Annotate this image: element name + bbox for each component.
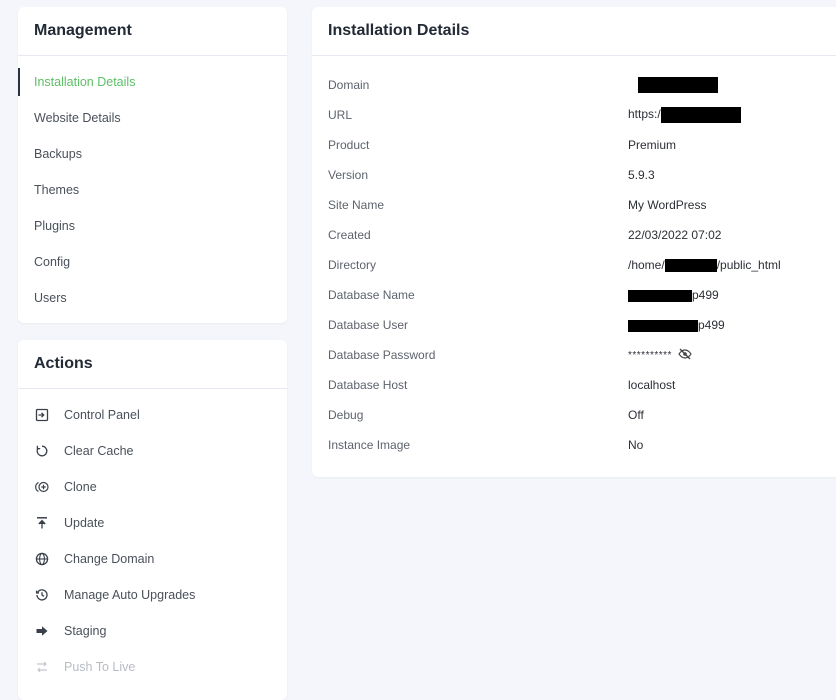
actions-title: Actions [18,340,287,389]
control-panel-icon [34,407,50,423]
management-title: Management [18,7,287,56]
nav-item-plugins[interactable]: Plugins [18,208,287,244]
action-label: Update [64,516,105,530]
detail-value: localhost [628,378,676,392]
detail-row-product: Product Premium [312,130,781,160]
detail-key: Product [328,138,370,152]
history-icon [34,587,50,603]
detail-row-database-password: Database Password ********** [312,340,781,370]
installation-details-panel: Installation Details Domain URL https:/ … [312,7,836,477]
push-to-live-icon [34,659,50,675]
url-prefix: https:/ [628,107,661,122]
redaction-bar [628,289,692,302]
action-clone[interactable]: Clone [18,469,287,505]
detail-value: No [628,438,644,452]
actions-panel: Actions Control Panel Clear Cache Clone … [18,340,287,700]
action-push-to-live[interactable]: Push To Live [18,649,287,685]
management-nav: Installation Details Website Details Bac… [18,56,287,316]
detail-value: My WordPress [628,198,707,212]
detail-value: /home/ /public_html [628,250,781,280]
detail-row-url: URL https:/ [312,100,781,130]
directory-suffix: /public_html [716,257,781,272]
detail-key: Database Host [328,378,408,392]
eye-slash-icon[interactable] [678,348,692,363]
detail-key: Database Password [328,348,436,362]
nav-item-users[interactable]: Users [18,280,287,316]
action-manage-auto-upgrades[interactable]: Manage Auto Upgrades [18,577,287,613]
details-title: Installation Details [312,7,836,56]
detail-key: Database Name [328,288,415,302]
action-label: Control Panel [64,408,140,422]
masked-password: ********** [628,350,672,362]
detail-row-site-name: Site Name My WordPress [312,190,781,220]
detail-value: p499 [628,310,781,340]
arrow-right-icon [34,623,50,639]
detail-value: ********** [628,340,781,370]
detail-value: 22/03/2022 07:02 [628,228,722,242]
database-name-suffix: p499 [692,288,719,302]
action-label: Clear Cache [64,444,134,458]
detail-row-directory: Directory /home/ /public_html [312,250,781,280]
actions-list: Control Panel Clear Cache Clone Update C… [18,389,287,685]
redaction-bar [660,107,741,123]
detail-value: Off [628,408,644,422]
directory-prefix: /home/ [628,257,665,272]
nav-item-themes[interactable]: Themes [18,172,287,208]
redaction-bar [628,319,698,332]
detail-key: Debug [328,408,364,422]
action-staging[interactable]: Staging [18,613,287,649]
detail-row-domain: Domain [312,70,781,100]
globe-icon [34,551,50,567]
action-control-panel[interactable]: Control Panel [18,397,287,433]
detail-key: Domain [328,78,370,92]
detail-row-database-user: Database User p499 [312,310,781,340]
detail-key: Created [328,228,371,242]
management-panel: Management Installation Details Website … [18,7,287,323]
update-icon [34,515,50,531]
action-label: Push To Live [64,660,136,674]
nav-item-website-details[interactable]: Website Details [18,100,287,136]
detail-key: Version [328,168,369,182]
detail-key: URL [328,108,353,122]
action-clear-cache[interactable]: Clear Cache [18,433,287,469]
detail-row-debug: Debug Off [312,400,781,430]
detail-row-database-name: Database Name p499 [312,280,781,310]
nav-item-installation-details[interactable]: Installation Details [18,64,287,100]
clear-cache-icon [34,443,50,459]
action-label: Clone [64,480,97,494]
details-table: Domain URL https:/ Product Premium Versi… [312,70,781,460]
nav-item-backups[interactable]: Backups [18,136,287,172]
detail-value: p499 [628,280,781,310]
action-label: Change Domain [64,552,155,566]
detail-value: 5.9.3 [628,168,655,182]
action-change-domain[interactable]: Change Domain [18,541,287,577]
redaction-bar [638,77,718,93]
redaction-bar [664,259,717,273]
detail-row-database-host: Database Host localhost [312,370,781,400]
detail-key: Directory [328,258,377,272]
detail-key: Site Name [328,198,385,212]
detail-row-created: Created 22/03/2022 07:02 [312,220,781,250]
clone-icon [34,479,50,495]
detail-value [628,70,781,100]
detail-key: Instance Image [328,438,411,452]
detail-value[interactable]: https:/ [628,100,781,130]
action-update[interactable]: Update [18,505,287,541]
database-user-suffix: p499 [698,318,725,332]
action-label: Manage Auto Upgrades [64,588,196,602]
nav-item-config[interactable]: Config [18,244,287,280]
detail-row-version: Version 5.9.3 [312,160,781,190]
detail-value: Premium [628,138,677,152]
action-label: Staging [64,624,107,638]
detail-key: Database User [328,318,409,332]
detail-row-instance-image: Instance Image No [312,430,781,460]
